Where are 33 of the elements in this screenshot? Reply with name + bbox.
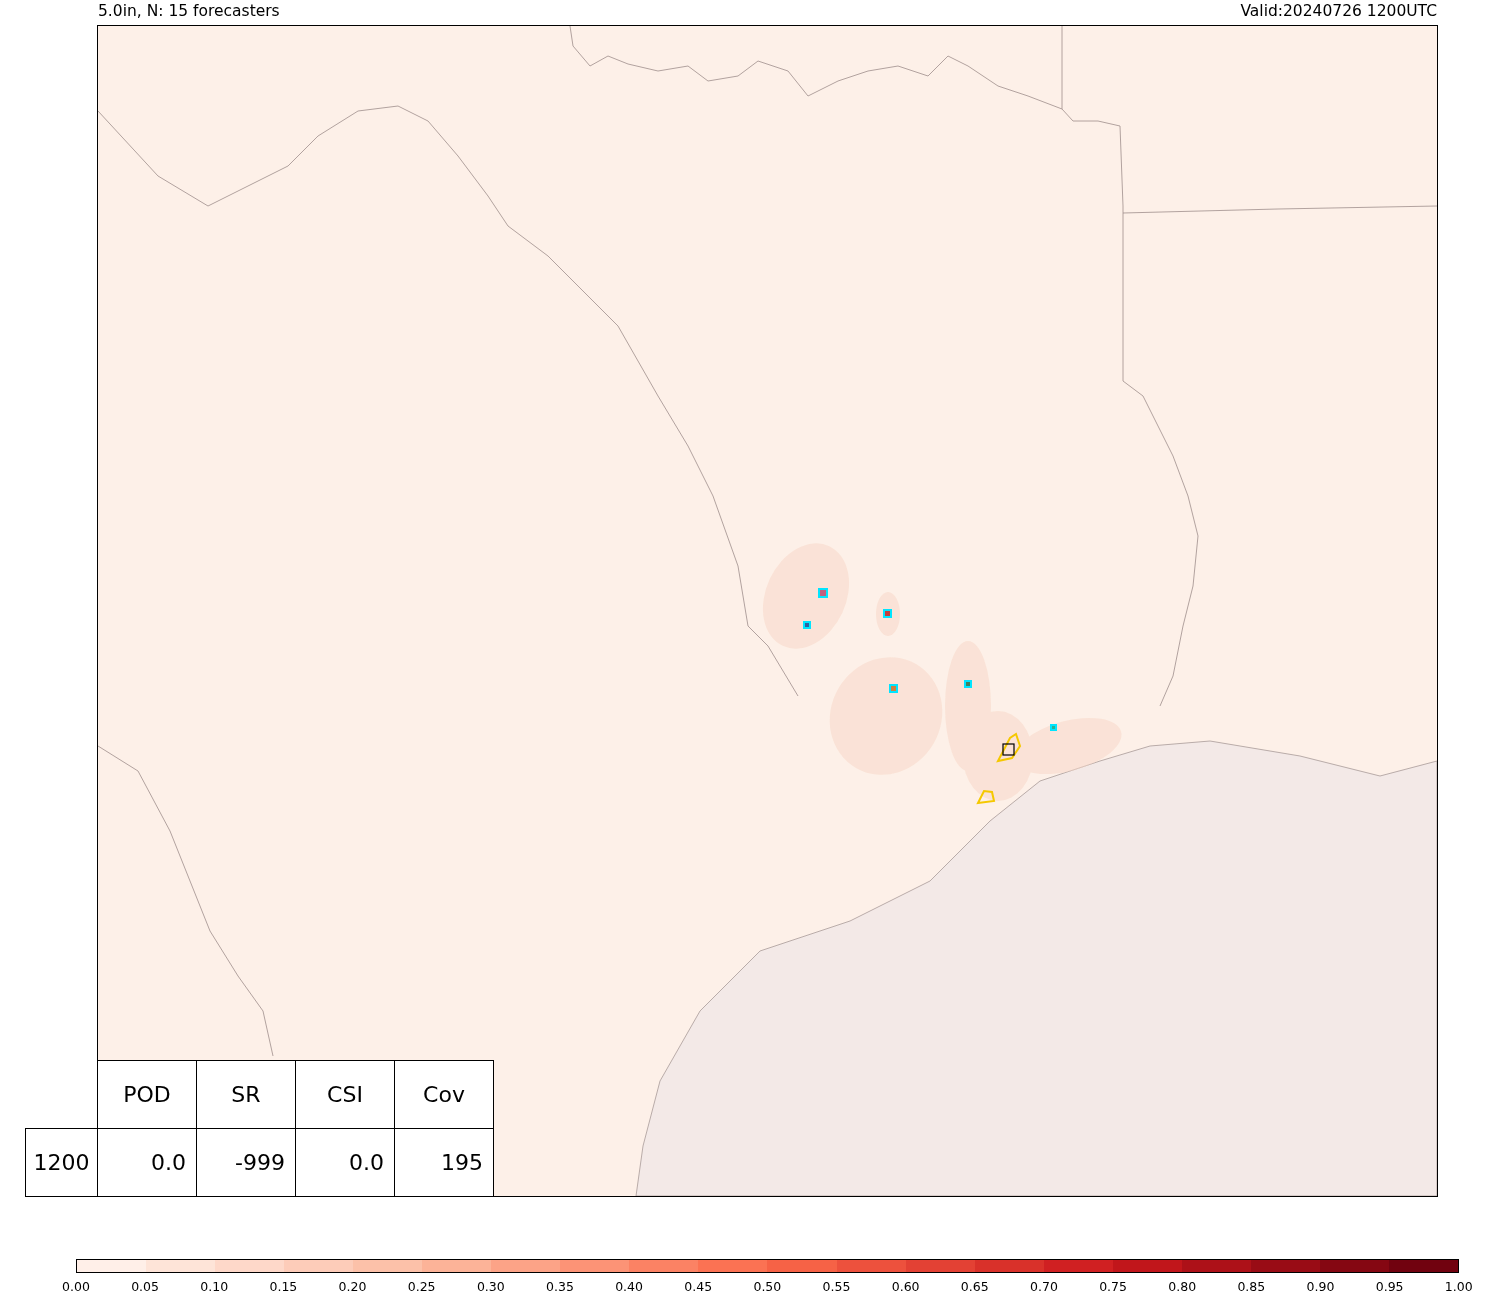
table-cell: -999 bbox=[196, 1128, 296, 1197]
tick-label: 0.80 bbox=[1167, 1279, 1198, 1294]
tick-label: 0.90 bbox=[1305, 1279, 1336, 1294]
tick-label: 0.75 bbox=[1098, 1279, 1128, 1294]
tick-label: 0.30 bbox=[475, 1279, 506, 1294]
tick-label: 0.95 bbox=[1374, 1279, 1405, 1294]
tick-label: 0.50 bbox=[752, 1279, 783, 1294]
tick-label: 0.45 bbox=[683, 1279, 714, 1294]
grid-box-marker bbox=[1002, 743, 1015, 756]
column-header: CSI bbox=[295, 1060, 395, 1129]
column-header: Cov bbox=[394, 1060, 494, 1129]
valid-time-label: Valid:20240726 1200UTC bbox=[1240, 1, 1437, 22]
tick-label: 0.60 bbox=[890, 1279, 921, 1294]
tick-label: 1.00 bbox=[1443, 1279, 1474, 1294]
tick-label: 0.10 bbox=[199, 1279, 230, 1294]
tick-label: 0.05 bbox=[130, 1279, 160, 1294]
row-header: 1200 bbox=[25, 1128, 98, 1197]
plot-title: 5.0in, N: 15 forecasters bbox=[98, 1, 280, 22]
tick-label: 0.00 bbox=[61, 1279, 91, 1294]
tick-label: 0.40 bbox=[614, 1279, 644, 1294]
tick-label: 0.25 bbox=[406, 1279, 437, 1294]
table-cell: 0.0 bbox=[295, 1128, 395, 1197]
tick-label: 0.85 bbox=[1236, 1279, 1267, 1294]
table-cell: 0.0 bbox=[97, 1128, 197, 1197]
tick-label: 0.35 bbox=[545, 1279, 575, 1294]
tick-label: 0.15 bbox=[268, 1279, 299, 1294]
table-cell: 195 bbox=[394, 1128, 494, 1197]
tick-label: 0.20 bbox=[337, 1279, 368, 1294]
column-header: POD bbox=[97, 1060, 197, 1129]
tick-label: 0.70 bbox=[1029, 1279, 1059, 1294]
tick-label: 0.55 bbox=[821, 1279, 852, 1294]
tick-label: 0.65 bbox=[959, 1279, 990, 1294]
column-header: SR bbox=[196, 1060, 296, 1129]
